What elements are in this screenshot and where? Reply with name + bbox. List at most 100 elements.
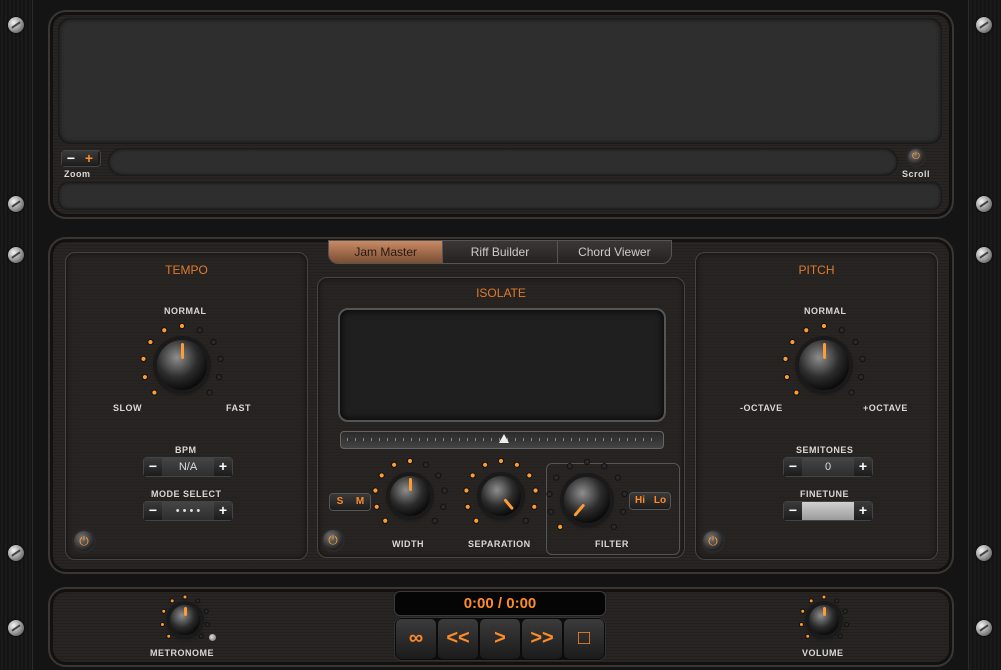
slider-thumb[interactable] xyxy=(499,434,509,443)
knob-led xyxy=(547,508,554,515)
finetune-increase-button[interactable]: + xyxy=(854,502,872,520)
screw-icon xyxy=(976,545,992,561)
knob-led xyxy=(526,472,533,479)
pitch-knob[interactable] xyxy=(799,340,849,390)
finetune-decrease-button[interactable]: − xyxy=(784,502,802,520)
power-icon: ⏻ xyxy=(79,534,89,548)
knob-led xyxy=(422,461,429,468)
width-label: WIDTH xyxy=(392,539,424,549)
rewind-button[interactable]: << xyxy=(437,618,479,660)
bpm-value[interactable]: N/A xyxy=(162,458,214,476)
stop-button[interactable]: □ xyxy=(563,618,605,660)
filter-knob[interactable] xyxy=(564,477,610,523)
bpm-increase-button[interactable]: + xyxy=(214,458,232,476)
power-icon: ⏻ xyxy=(708,534,718,548)
mute-button[interactable]: M xyxy=(350,494,370,510)
knob-led xyxy=(441,487,448,494)
zoom-out-button[interactable]: − xyxy=(62,151,80,166)
knob-led xyxy=(372,487,379,494)
knob-led xyxy=(789,338,796,346)
time-display: 0:00 / 0:00 xyxy=(394,591,606,616)
stop-icon: □ xyxy=(577,627,591,649)
tempo-slow-label: SLOW xyxy=(113,403,142,413)
knob-led xyxy=(196,327,203,334)
separation-knob[interactable] xyxy=(481,476,521,516)
pitch-section: PITCH NORMAL -OCTAVE +OCTAVE SEMITONES −… xyxy=(695,252,938,560)
knob-led xyxy=(620,508,627,515)
isolate-slider[interactable] xyxy=(340,431,664,449)
knob-led xyxy=(531,503,538,510)
knob-led xyxy=(783,373,791,381)
solo-mute-toggle: S M xyxy=(329,493,371,511)
transport-controls: ∞ << > >> □ xyxy=(394,617,606,661)
pitch-normal-label: NORMAL xyxy=(804,306,847,316)
tempo-power-button[interactable]: ⏻ xyxy=(74,531,94,551)
filter-label: FILTER xyxy=(595,539,629,549)
bpm-decrease-button[interactable]: − xyxy=(144,458,162,476)
lo-button[interactable]: Lo xyxy=(650,493,670,509)
knob-led xyxy=(820,322,828,330)
volume-knob[interactable] xyxy=(809,605,839,635)
knob-led xyxy=(206,389,213,396)
filter-subsection: FILTER Hi Lo xyxy=(546,458,680,555)
finetune-value[interactable] xyxy=(802,502,854,520)
scroll-toggle-button[interactable]: ⏻ xyxy=(908,149,924,165)
tempo-knob[interactable] xyxy=(157,340,207,390)
left-rack-rail xyxy=(0,0,33,670)
knob-led xyxy=(141,373,149,381)
knob-led xyxy=(583,458,591,466)
knob-led xyxy=(391,461,398,468)
semitones-value[interactable]: 0 xyxy=(802,458,854,476)
hi-button[interactable]: Hi xyxy=(630,493,650,509)
play-button[interactable]: > xyxy=(479,618,521,660)
waveform-display[interactable] xyxy=(58,18,942,144)
width-knob[interactable] xyxy=(390,476,430,516)
knob-led xyxy=(803,327,810,334)
mode-value[interactable]: • • • • xyxy=(162,502,214,520)
knob-led xyxy=(406,457,414,465)
fast-forward-button[interactable]: >> xyxy=(521,618,563,660)
scroll-label: Scroll xyxy=(902,169,931,179)
knob-led xyxy=(151,389,158,396)
loop-button[interactable]: ∞ xyxy=(395,618,437,660)
isolate-title: ISOLATE xyxy=(476,286,526,300)
zoom-in-button[interactable]: + xyxy=(80,151,98,166)
knob-led xyxy=(147,338,154,346)
pitch-power-button[interactable]: ⏻ xyxy=(703,531,723,551)
screw-icon xyxy=(8,247,24,263)
mode-select-label: MODE SELECT xyxy=(151,489,222,499)
knob-led xyxy=(621,490,628,498)
waveform-overview-scrollbar[interactable] xyxy=(108,148,898,176)
loop-icon: ∞ xyxy=(408,627,424,649)
knob-led xyxy=(838,327,845,334)
knob-led xyxy=(140,355,147,362)
tab-jam-master[interactable]: Jam Master xyxy=(329,241,444,263)
tab-riff-builder[interactable]: Riff Builder xyxy=(443,241,558,263)
knob-led xyxy=(382,517,389,524)
mode-next-button[interactable]: + xyxy=(214,502,232,520)
timeline-strip xyxy=(58,182,942,210)
metronome-knob[interactable] xyxy=(170,605,200,635)
screw-icon xyxy=(8,545,24,561)
mode-prev-button[interactable]: − xyxy=(144,502,162,520)
knob-led xyxy=(217,355,224,362)
isolate-section: ISOLATE S M WIDTH SEPARATION FILTER Hi L… xyxy=(317,277,685,558)
knob-led xyxy=(463,487,470,494)
semitones-decrease-button[interactable]: − xyxy=(784,458,802,476)
knob-led xyxy=(210,338,217,346)
zoom-label: Zoom xyxy=(64,169,91,179)
finetune-stepper: − + xyxy=(783,501,873,521)
semitones-increase-button[interactable]: + xyxy=(854,458,872,476)
solo-button[interactable]: S xyxy=(330,494,350,510)
knob-led xyxy=(161,327,168,334)
tempo-normal-label: NORMAL xyxy=(164,306,207,316)
knob-led xyxy=(546,490,553,498)
knob-led xyxy=(522,517,529,524)
tab-chord-viewer[interactable]: Chord Viewer xyxy=(558,241,671,263)
isolate-power-button[interactable]: ⏻ xyxy=(323,530,343,550)
mode-select-stepper: − • • • • + xyxy=(143,501,233,521)
knob-led xyxy=(848,389,855,396)
knob-led xyxy=(373,503,380,510)
knob-led xyxy=(435,472,442,479)
knob-led xyxy=(553,474,560,481)
